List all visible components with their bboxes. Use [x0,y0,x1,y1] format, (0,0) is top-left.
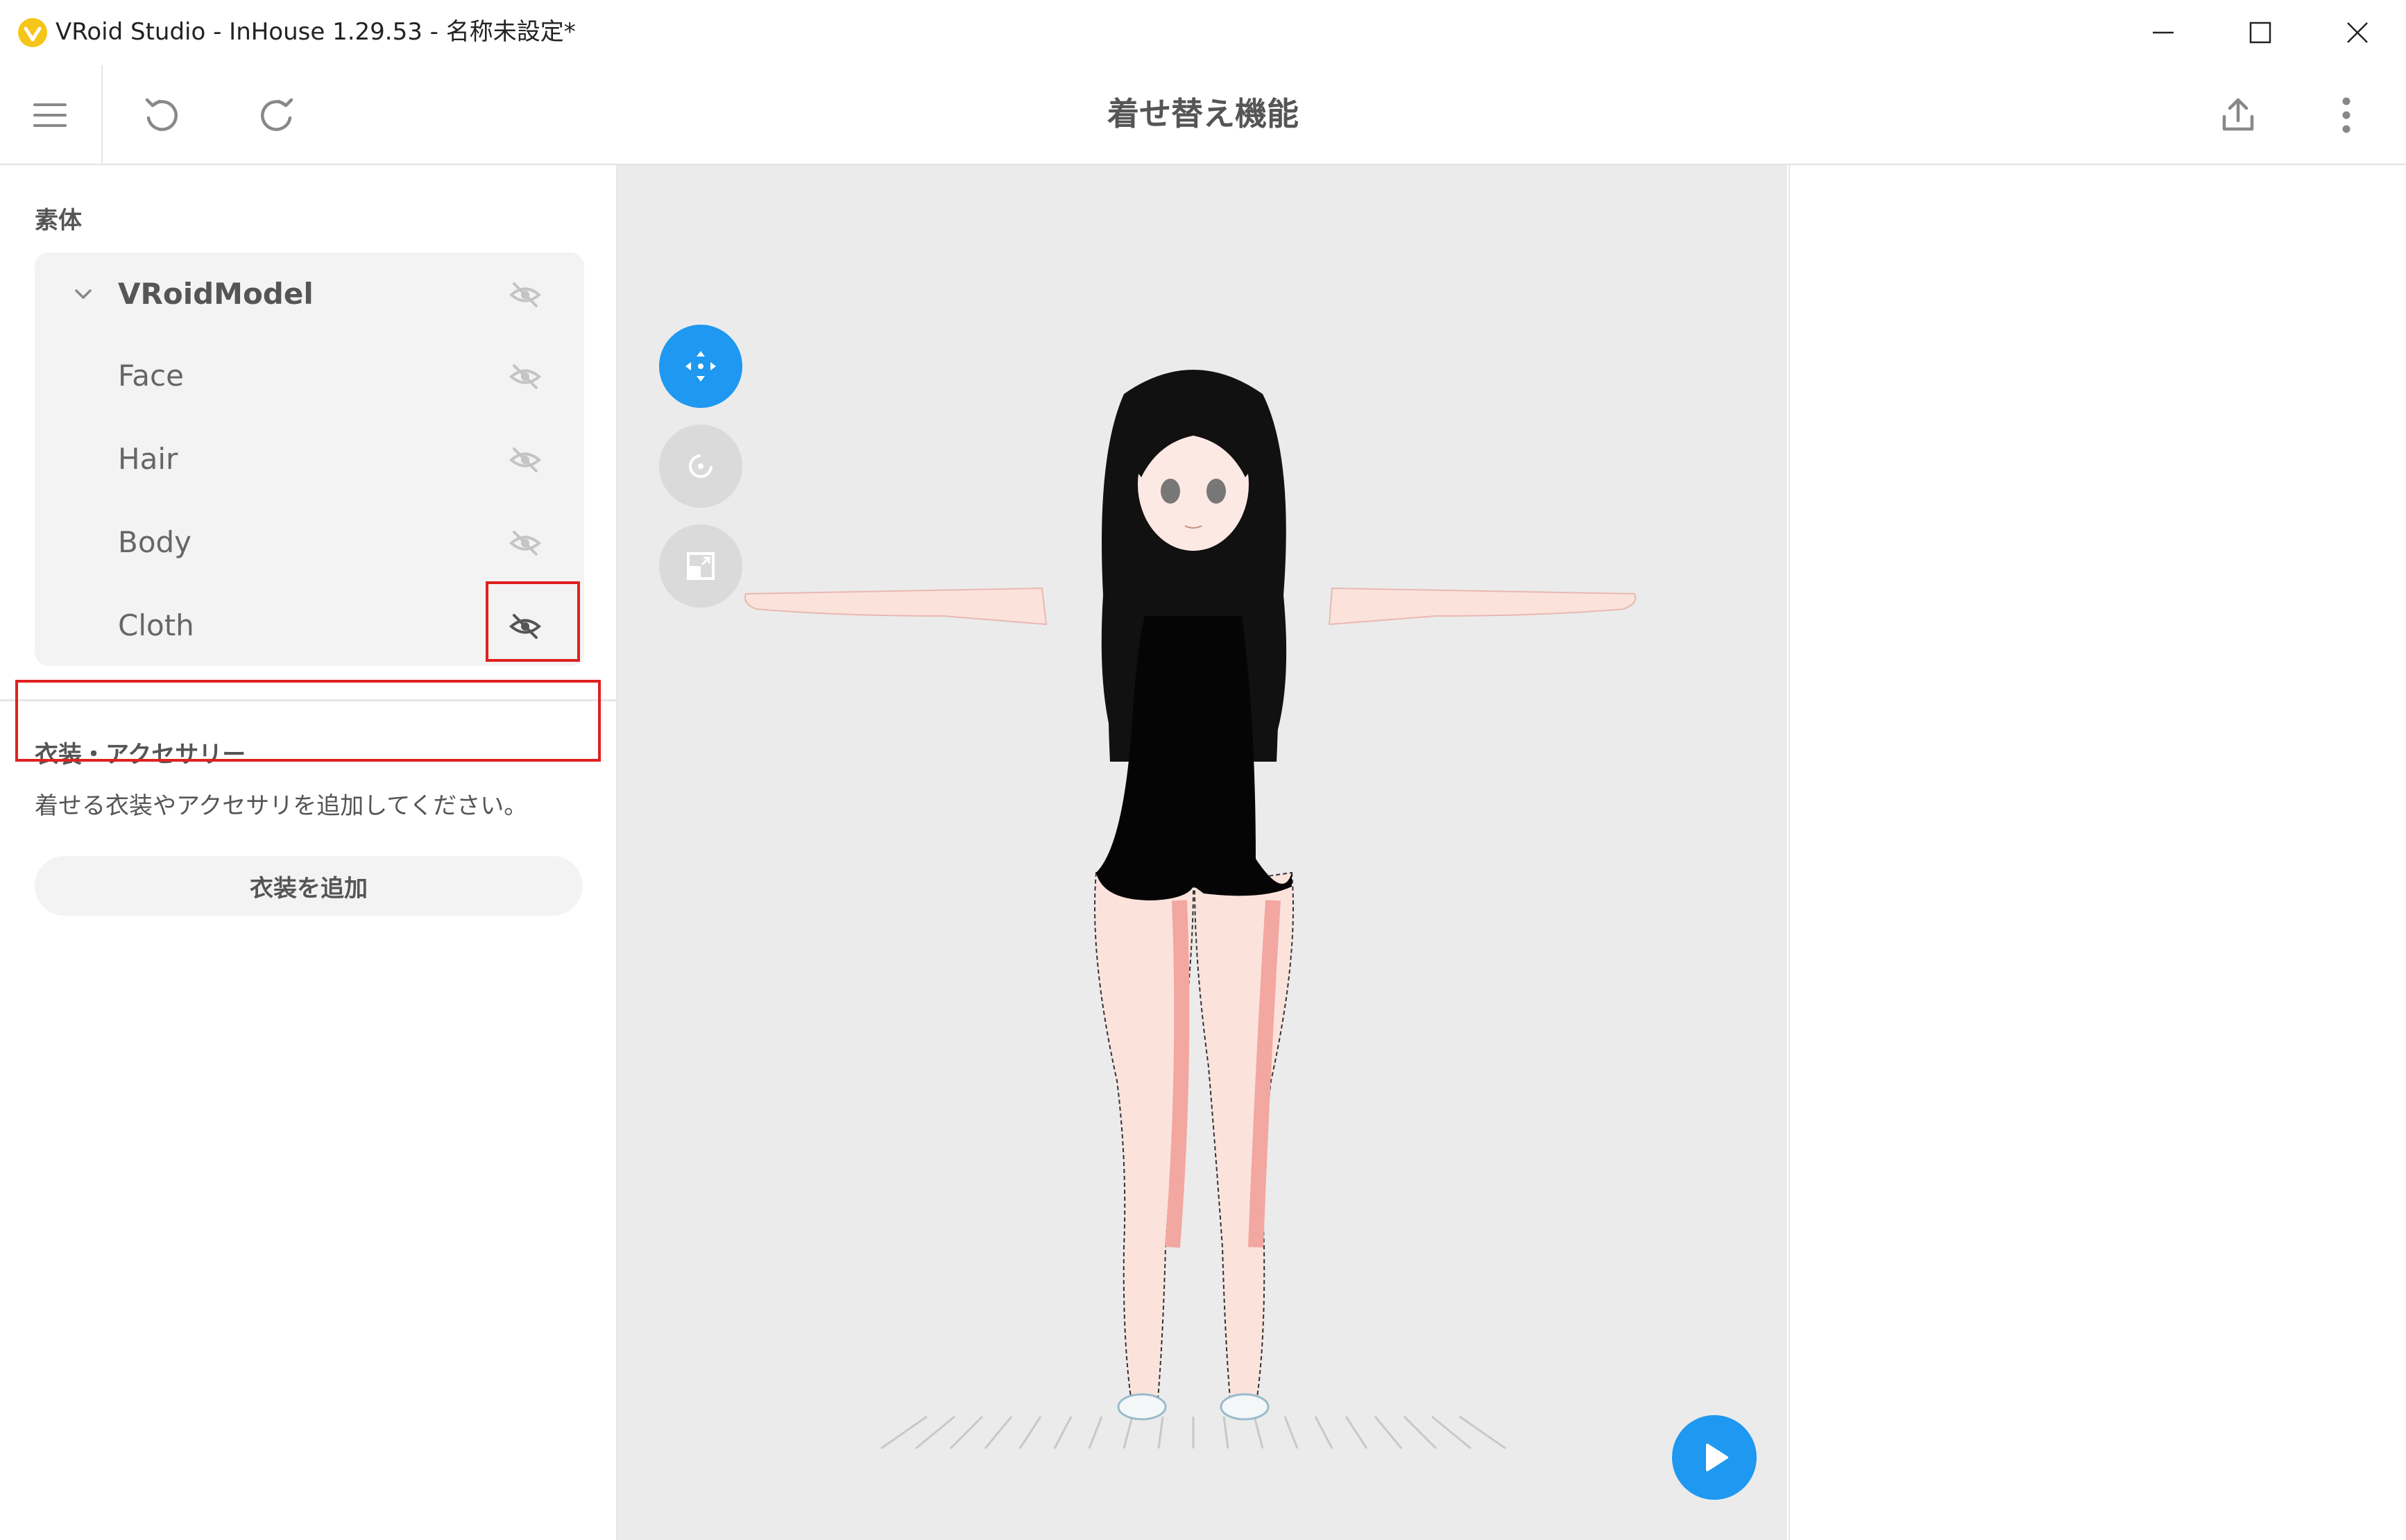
chevron-down-icon[interactable] [69,280,97,308]
rotate-tool-button[interactable] [659,425,742,508]
close-icon [2347,22,2368,43]
page-title: 着せ替え機能 [1107,95,1299,132]
add-costume-button[interactable]: 衣装を追加 [35,856,583,916]
export-button[interactable] [2209,86,2267,144]
eye-off-icon [509,447,542,472]
redo-icon [261,98,293,131]
tree-item-label: Cloth [118,608,194,642]
redo-button[interactable] [248,86,307,144]
more-vertical-icon [2342,97,2350,133]
eye-off-icon [509,282,542,307]
visibility-toggle[interactable] [506,524,544,562]
visibility-toggle[interactable] [506,276,544,314]
undo-button[interactable] [132,86,190,144]
tree-item-label: VRoidModel [118,277,314,311]
eye-off-icon [509,531,542,556]
menu-button[interactable] [21,86,79,144]
export-icon [2222,98,2254,131]
play-animation-button[interactable] [1672,1415,1757,1500]
highlight-box-visibility [486,581,580,662]
highlight-box-add-costume [15,680,601,762]
toolbar-divider [101,65,103,164]
visibility-toggle[interactable] [506,358,544,395]
maximize-icon [2249,22,2271,44]
title-bar: VRoid Studio - InHouse 1.29.53 - 名称未設定* [0,0,2406,66]
tree-item-label: Body [118,525,192,559]
tree-item-label: Face [118,359,184,393]
tree-item-root[interactable]: VRoidModel [35,253,584,336]
left-panel: 素体 VRoidModel Face Hair Body Cloth 衣装・アク… [0,165,617,1540]
move-tool-button[interactable] [659,325,742,408]
visibility-toggle[interactable] [506,441,544,479]
section-title-body: 素体 [35,207,82,234]
more-options-button[interactable] [2317,86,2375,144]
3d-viewport[interactable] [617,165,1787,1540]
rotate-icon [689,454,713,478]
undo-icon [145,98,178,131]
right-panel [1789,165,2406,1540]
tree-item-hair[interactable]: Hair [35,418,584,501]
eye-off-icon [509,364,542,389]
toolbar: 着せ替え機能 [0,65,2406,165]
window-title: VRoid Studio - InHouse 1.29.53 - 名称未設定* [56,18,576,46]
zoom-icon [687,552,715,580]
zoom-tool-button[interactable] [659,524,742,608]
floor-grid [880,1415,1506,1450]
close-button[interactable] [2309,0,2406,65]
avatar-model [744,370,1637,1450]
minimize-icon [2153,31,2174,34]
maximize-button[interactable] [2212,0,2309,65]
tree-item-body[interactable]: Body [35,501,584,584]
minimize-button[interactable] [2115,0,2212,65]
tree-item-face[interactable]: Face [35,334,584,418]
play-icon [1706,1444,1728,1471]
outfit-description: 着せる衣装やアクセサリを追加してください。 [35,792,528,820]
app-logo-icon [18,18,47,47]
tree-item-label: Hair [118,442,178,476]
move-icon [685,351,716,382]
menu-icon [33,103,67,127]
